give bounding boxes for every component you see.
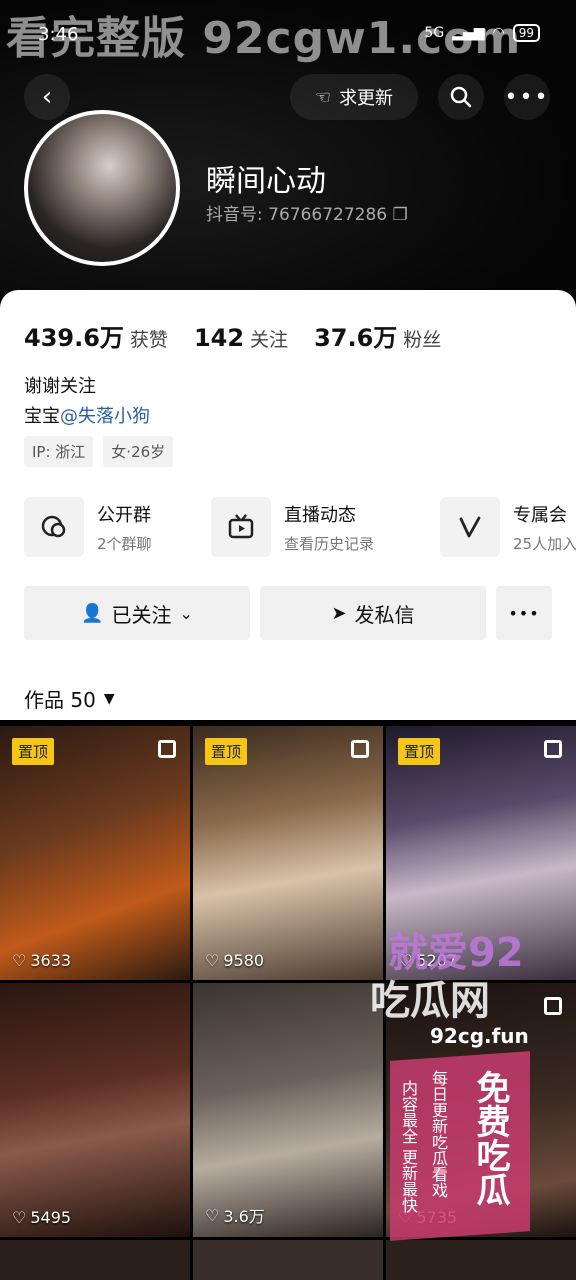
tv-icon (211, 497, 271, 557)
feature-public-group[interactable]: 公开群 2个群聊 (24, 496, 152, 558)
more-options-button[interactable]: ••• (504, 74, 550, 120)
like-count-value: 9580 (223, 951, 265, 970)
stat-value: 37.6万 (314, 324, 398, 352)
like-count: ♡ 3633 (12, 951, 71, 970)
profile-name: 瞬间心动 (206, 164, 326, 199)
chevron-down-icon: ⌄ (179, 603, 193, 623)
top-navigation: ‹ ☜ 求更新 ••• (0, 72, 576, 122)
copy-icon[interactable]: ❐ (393, 205, 408, 225)
gender-age-tag: 女·26岁 (103, 436, 174, 467)
works-tab[interactable]: 作品 50 ▼ (24, 684, 115, 713)
multi-image-icon (351, 740, 369, 758)
chevron-left-icon: ‹ (41, 82, 53, 112)
feature-title: 公开群 (97, 504, 151, 526)
like-count-value: 5207 (416, 951, 458, 970)
stat-followers[interactable]: 37.6万 粉丝 (314, 318, 441, 353)
video-tile[interactable]: 置顶 ♡ 3633 (0, 726, 190, 980)
profile-id-text: 抖音号: 76766727286 (206, 205, 388, 225)
like-count: ♡ 5495 (12, 1208, 71, 1227)
multi-image-icon (158, 740, 176, 758)
video-tile[interactable]: ♡ 5495 (0, 983, 190, 1237)
heart-icon: ♡ (12, 1208, 27, 1227)
send-icon: ➤ (331, 602, 347, 624)
stat-value: 142 (193, 324, 245, 352)
like-count: ♡ 5207 (398, 951, 457, 970)
ellipsis-icon: ••• (508, 603, 540, 623)
feature-text: 公开群 2个群聊 (97, 501, 152, 554)
feature-exclusive-club[interactable]: 专属会 25人加入 (440, 496, 576, 558)
video-tile[interactable]: ♡ 3.6万 (193, 983, 383, 1237)
video-tile[interactable] (386, 1240, 576, 1280)
like-count: ♡ 3.6万 (205, 1203, 265, 1227)
video-tile[interactable]: ♡ 5735 (386, 983, 576, 1237)
works-label: 作品 50 (24, 688, 96, 712)
video-grid: 置顶 ♡ 3633 置顶 ♡ 9580 置顶 ♡ 5207 ♡ 5495 ♡ 3.6万 ♡… (0, 726, 576, 1280)
pinned-badge: 置顶 (205, 738, 248, 765)
profile-tags: IP: 浙江 女·26岁 (24, 436, 174, 467)
like-count-value: 5495 (30, 1208, 72, 1227)
v-badge-icon (440, 497, 500, 557)
heart-icon: ♡ (398, 951, 413, 970)
multi-image-icon (544, 997, 562, 1015)
back-button[interactable]: ‹ (24, 74, 70, 120)
request-update-button[interactable]: ☜ 求更新 (290, 74, 418, 120)
like-count-value: 3633 (30, 951, 72, 970)
search-button[interactable] (438, 74, 484, 120)
search-icon (450, 86, 472, 108)
heart-icon: ♡ (398, 1208, 413, 1227)
profile-card: 439.6万 获赞 142 关注 37.6万 粉丝 谢谢关注 宝宝@失落小狗 IP: … (0, 290, 576, 720)
feature-text: 直播动态 查看历史记录 (284, 501, 374, 554)
bio-line-1: 谢谢关注 (24, 376, 96, 397)
multi-image-icon (544, 740, 562, 758)
bio-mention-link[interactable]: @失落小狗 (60, 406, 150, 427)
like-count: ♡ 9580 (205, 951, 264, 970)
video-tile[interactable] (0, 1240, 190, 1280)
ip-location-tag: IP: 浙江 (24, 436, 94, 467)
bio-line-2: 宝宝@失落小狗 (24, 402, 150, 428)
more-actions-button[interactable]: ••• (496, 586, 552, 640)
video-tile[interactable]: 置顶 ♡ 5207 (386, 726, 576, 980)
hand-point-icon: ☜ (314, 86, 332, 108)
heart-icon: ♡ (12, 951, 27, 970)
like-count-value: 3.6万 (223, 1207, 265, 1226)
ellipsis-icon: ••• (504, 84, 550, 110)
feature-live-history[interactable]: 直播动态 查看历史记录 (211, 496, 374, 558)
feature-title: 直播动态 (284, 504, 356, 526)
feature-subtitle: 查看历史记录 (284, 534, 375, 553)
stat-label: 获赞 (129, 329, 168, 351)
stat-likes[interactable]: 439.6万 获赞 (24, 318, 168, 353)
heart-icon: ♡ (205, 1205, 220, 1225)
avatar[interactable] (24, 110, 180, 266)
like-count-value: 5735 (416, 1208, 458, 1227)
pinned-badge: 置顶 (12, 738, 55, 765)
profile-stats: 439.6万 获赞 142 关注 37.6万 粉丝 (24, 318, 441, 353)
profile-id: 抖音号: 76766727286 ❐ (206, 200, 408, 225)
pinned-badge: 置顶 (398, 738, 441, 765)
feature-row: 公开群 2个群聊 直播动态 查看历史记录 专属会 25人加入 (24, 496, 576, 558)
like-count: ♡ 5735 (398, 1208, 457, 1227)
stat-following[interactable]: 142 关注 (194, 324, 288, 352)
watermark-text: 看完整版 92cgw1.com (6, 13, 522, 64)
stat-label: 粉丝 (403, 329, 442, 351)
stat-label: 关注 (250, 329, 289, 351)
followed-label: 已关注 (111, 602, 172, 627)
stat-value: 439.6万 (24, 324, 124, 352)
caret-down-icon: ▼ (103, 690, 115, 707)
send-message-label: 发私信 (354, 602, 415, 627)
chat-bubble-icon (24, 497, 84, 557)
action-buttons: 👤 已关注 ⌄ ➤ 发私信 ••• (24, 586, 552, 642)
feature-subtitle: 25人加入 (513, 534, 576, 553)
send-message-button[interactable]: ➤ 发私信 (260, 586, 486, 640)
feature-text: 专属会 25人加入 (513, 501, 576, 554)
request-update-label: 求更新 (339, 88, 394, 109)
feature-title: 专属会 (513, 504, 567, 526)
bio-prefix: 宝宝 (24, 406, 60, 427)
feature-subtitle: 2个群聊 (97, 534, 152, 553)
heart-icon: ♡ (205, 951, 220, 970)
video-tile[interactable] (193, 1240, 383, 1280)
video-tile[interactable]: 置顶 ♡ 9580 (193, 726, 383, 980)
user-check-icon: 👤 (81, 602, 104, 624)
followed-button[interactable]: 👤 已关注 ⌄ (24, 586, 250, 640)
